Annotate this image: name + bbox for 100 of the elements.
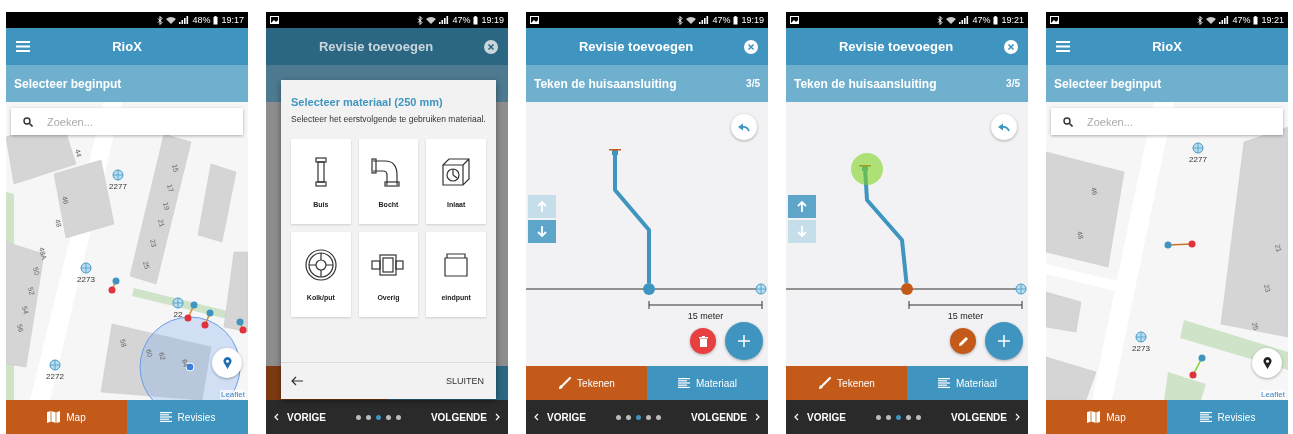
wifi-icon — [946, 16, 957, 24]
previous-button[interactable]: VORIGE — [792, 409, 848, 425]
map-pin-icon — [222, 357, 232, 369]
undo-button[interactable] — [731, 114, 757, 140]
manhole-icon[interactable] — [1015, 283, 1027, 295]
add-button[interactable] — [725, 322, 763, 360]
chevron-left-icon — [794, 413, 799, 421]
tab[interactable]: Map — [6, 400, 127, 434]
wifi-icon — [1206, 16, 1217, 24]
plus-icon — [998, 335, 1010, 347]
manhole-icon[interactable] — [172, 297, 184, 309]
previous-button[interactable]: VORIGE — [272, 409, 328, 425]
signal-icon — [699, 16, 710, 24]
close-icon[interactable] — [484, 39, 498, 54]
signal-icon — [1219, 16, 1230, 24]
signal-icon — [959, 16, 970, 24]
close-icon[interactable] — [744, 39, 758, 54]
attribution-link[interactable]: Leaflet — [1259, 390, 1286, 399]
list-icon — [159, 411, 172, 423]
bluetooth-icon — [677, 15, 684, 25]
next-button[interactable]: VOLGENDE — [948, 409, 1022, 425]
delete-button[interactable] — [690, 328, 716, 354]
attribution-link[interactable]: Leaflet — [219, 390, 246, 399]
manhole-label: 2277 — [109, 182, 127, 191]
junction-node[interactable] — [643, 283, 655, 295]
connection-marker[interactable] — [201, 309, 214, 329]
manhole-label: 2273 — [77, 275, 95, 284]
arrow-down-icon — [537, 226, 547, 237]
manhole-label: 22 — [173, 310, 183, 319]
search-field[interactable]: Zoeken... — [1051, 108, 1283, 135]
clock-time: 19:21 — [1001, 15, 1024, 25]
next-button[interactable]: VOLGENDE — [688, 409, 762, 425]
tab[interactable]: Map — [1046, 400, 1167, 434]
search-icon — [23, 117, 33, 127]
manhole-icon[interactable] — [49, 359, 61, 371]
arrow-left-icon[interactable] — [291, 376, 303, 386]
clock-time: 19:19 — [741, 15, 764, 25]
manhole-cover-icon — [303, 248, 338, 283]
app-title: Revisie toevoegen — [317, 39, 435, 54]
arrow-up-icon — [797, 201, 807, 212]
list-icon — [937, 377, 950, 389]
battery-icon — [1253, 15, 1259, 25]
undo-icon — [998, 122, 1010, 132]
add-button[interactable] — [985, 322, 1023, 360]
tab[interactable]: Tekenen — [526, 366, 647, 400]
battery-icon — [473, 15, 479, 25]
pencil-icon — [957, 335, 969, 347]
app-title: Revisie toevoegen — [577, 39, 695, 54]
connection-marker[interactable] — [1164, 240, 1196, 249]
bluetooth-icon — [417, 15, 424, 25]
connection-marker[interactable] — [236, 318, 247, 334]
clock-time: 19:21 — [1261, 15, 1284, 25]
edit-button[interactable] — [950, 328, 976, 354]
step-title: Selecteer beginput — [1054, 76, 1162, 91]
manhole-icon[interactable] — [755, 283, 767, 295]
search-field[interactable]: Zoeken... — [11, 108, 243, 135]
arrow-up-icon — [537, 201, 547, 212]
move-up-button[interactable] — [788, 195, 816, 218]
close-button[interactable]: SLUITEN — [444, 374, 486, 388]
undo-button[interactable] — [991, 114, 1017, 140]
junction-node[interactable] — [901, 283, 913, 295]
chevron-right-icon — [495, 413, 500, 421]
bluetooth-icon — [1197, 15, 1204, 25]
signal-icon — [179, 16, 190, 24]
house-connection-pipe[interactable] — [851, 153, 909, 284]
menu-icon[interactable] — [1056, 41, 1070, 52]
scale-label: 15 meter — [946, 311, 985, 321]
arrow-down-icon — [797, 226, 807, 237]
move-down-button[interactable] — [528, 220, 556, 243]
step-title: Selecteer beginput — [14, 76, 122, 91]
chevron-right-icon — [1015, 413, 1020, 421]
menu-icon[interactable] — [16, 41, 30, 52]
tab[interactable]: Tekenen — [786, 366, 907, 400]
manhole-icon[interactable] — [1192, 142, 1204, 154]
manhole-label: 2277 — [1189, 155, 1207, 164]
list-icon — [1199, 411, 1212, 423]
connection-marker[interactable] — [108, 277, 120, 294]
manhole-label: 2273 — [1132, 344, 1150, 353]
bluetooth-icon — [157, 15, 164, 25]
manhole-icon[interactable] — [1135, 331, 1147, 343]
trash-icon — [698, 335, 708, 347]
connection-marker[interactable] — [184, 301, 198, 322]
battery-icon — [733, 15, 739, 25]
map-pin-icon — [1262, 357, 1272, 369]
connection-marker[interactable] — [1189, 354, 1206, 379]
bluetooth-icon — [937, 15, 944, 25]
battery-level: 48% — [192, 15, 211, 25]
house-connection-pipe[interactable] — [609, 149, 651, 283]
app-title: Revisie toevoegen — [837, 39, 955, 54]
list-icon — [677, 377, 690, 389]
chevron-left-icon — [534, 413, 539, 421]
previous-button[interactable]: VORIGE — [532, 409, 588, 425]
close-icon[interactable] — [1004, 39, 1018, 54]
brush-icon — [558, 376, 572, 390]
map-icon — [1087, 411, 1101, 423]
manhole-icon[interactable] — [112, 169, 124, 181]
manhole-icon[interactable] — [80, 262, 92, 274]
search-icon — [1063, 117, 1073, 127]
app-title: RioX — [1151, 39, 1183, 54]
next-button[interactable]: VOLGENDE — [428, 409, 502, 425]
